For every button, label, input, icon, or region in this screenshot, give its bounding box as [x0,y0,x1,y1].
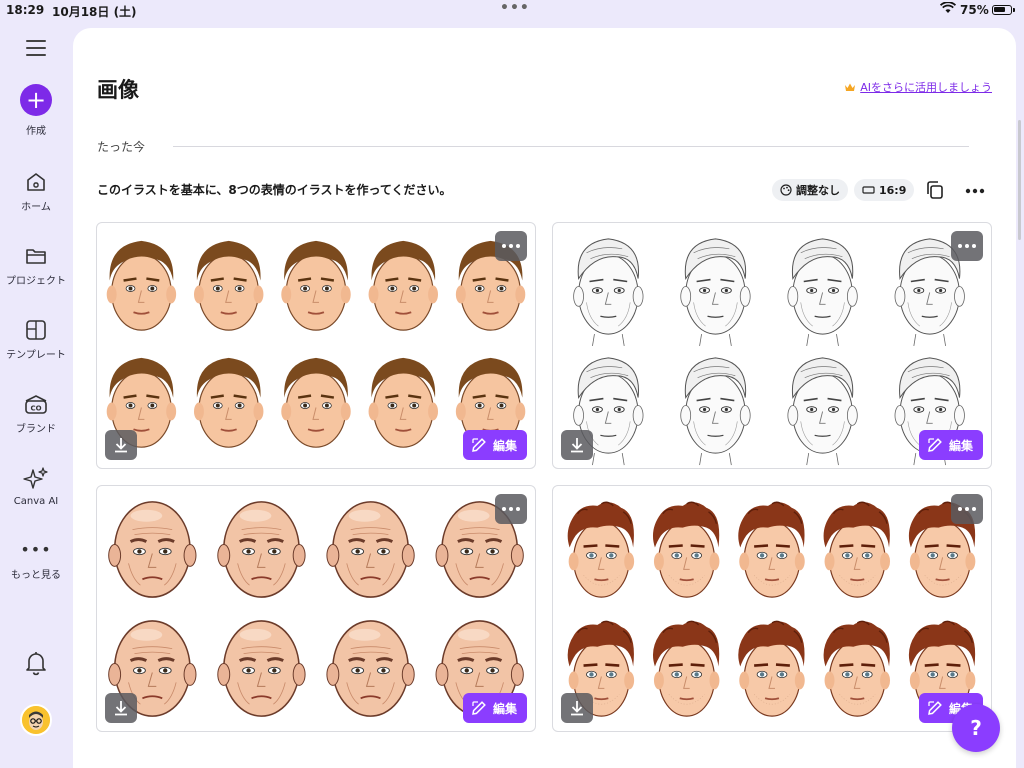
bell-icon [26,652,46,676]
download-button[interactable] [105,693,137,723]
sidebar-item-projects[interactable]: プロジェクト [0,244,72,287]
image-more-button[interactable] [495,231,527,261]
edit-button[interactable]: 編集 [462,430,527,460]
sidebar-item-templates[interactable]: テンプレート [0,318,72,361]
download-button[interactable] [105,430,137,460]
sidebar-item-label: ブランド [16,424,56,435]
result-image-2[interactable]: 編集 [552,222,992,469]
battery-percent: 75% [960,3,989,17]
sidebar-item-create[interactable]: + 作成 [0,84,72,137]
edit-icon [928,701,942,715]
timestamp-label: たった今 [97,140,146,154]
svg-text:CO: CO [30,405,41,413]
result-image-3[interactable]: 編集 [96,485,536,732]
image-more-button[interactable] [495,494,527,524]
edit-button-label: 編集 [492,701,517,716]
edit-button-label: 編集 [492,438,517,453]
home-icon [27,173,45,191]
scrollbar[interactable] [1018,120,1021,240]
avatar-face-icon [22,706,50,734]
sidebar-item-label: テンプレート [6,350,66,361]
sidebar-item-label: Canva AI [13,496,59,507]
prompt-text: このイラストを基本に、8つの表情のイラストを作ってください。 [97,183,452,197]
notifications-button[interactable] [0,650,72,680]
download-icon [115,701,127,716]
battery-tip [1013,8,1015,12]
edit-button[interactable]: 編集 [462,693,527,723]
edit-icon [472,438,486,452]
main-panel: 画像 AIをさらに活用しましょう たった今 このイラストを基本に、8つの表情のイ… [73,28,1016,768]
sidebar-item-more[interactable]: ••• もっと見る [0,540,72,582]
download-icon [571,438,583,453]
copy-icon[interactable] [925,180,945,200]
result-image-1[interactable]: 編集 [96,222,536,469]
sidebar-item-label: 作成 [26,126,46,137]
status-time: 18:29 [6,3,45,17]
battery-icon [992,5,1012,15]
aspect-ratio-chip[interactable]: 16:9 [854,179,915,201]
sidebar-item-canva-ai[interactable]: Canva AI [0,466,72,507]
edit-icon [928,438,942,452]
download-icon [571,701,583,716]
ai-link-label: AIをさらに活用しましょう [860,81,992,94]
adjust-chip-label: 調整なし [796,184,840,197]
status-date: 10月18日 (土) [52,5,137,19]
more-options-icon[interactable] [965,188,985,194]
sidebar: + 作成 ホーム プロジェクト テンプレート CO ブランド Canva AI … [0,22,72,768]
brand-icon: CO [25,395,47,414]
sidebar-item-brand[interactable]: CO ブランド [0,392,72,435]
aspect-ratio-label: 16:9 [879,183,907,197]
edit-icon [472,701,486,715]
sidebar-item-label: ホーム [21,202,51,213]
plus-icon[interactable]: + [20,84,52,116]
sidebar-item-label: もっと見る [11,570,61,581]
image-more-button[interactable] [951,494,983,524]
ai-upgrade-link[interactable]: AIをさらに活用しましょう [844,79,992,95]
status-bar: 18:29 10月18日 (土) ••• 75% [0,0,1024,22]
image-more-button[interactable] [951,231,983,261]
help-button[interactable]: ? [952,704,1000,752]
result-image-4[interactable]: 編集 [552,485,992,732]
edit-button-label: 編集 [948,438,973,453]
sidebar-item-label: プロジェクト [6,276,66,287]
sidebar-item-home[interactable]: ホーム [0,170,72,213]
menu-icon[interactable] [26,40,46,56]
download-button[interactable] [561,430,593,460]
multitasking-dots-icon[interactable]: ••• [500,0,530,16]
download-icon [115,438,127,453]
wifi-icon [939,1,957,17]
palette-icon [780,184,792,196]
avatar[interactable] [20,704,52,736]
download-button[interactable] [561,693,593,723]
divider [173,146,969,147]
edit-button[interactable]: 編集 [918,430,983,460]
adjust-chip[interactable]: 調整なし [772,179,848,201]
aspect-ratio-icon [862,186,875,194]
page-title: 画像 [97,78,139,102]
sparkle-icon [23,467,48,489]
crown-icon [845,83,856,91]
template-icon [26,320,46,340]
more-icon: ••• [20,540,52,559]
folder-icon [26,249,46,264]
